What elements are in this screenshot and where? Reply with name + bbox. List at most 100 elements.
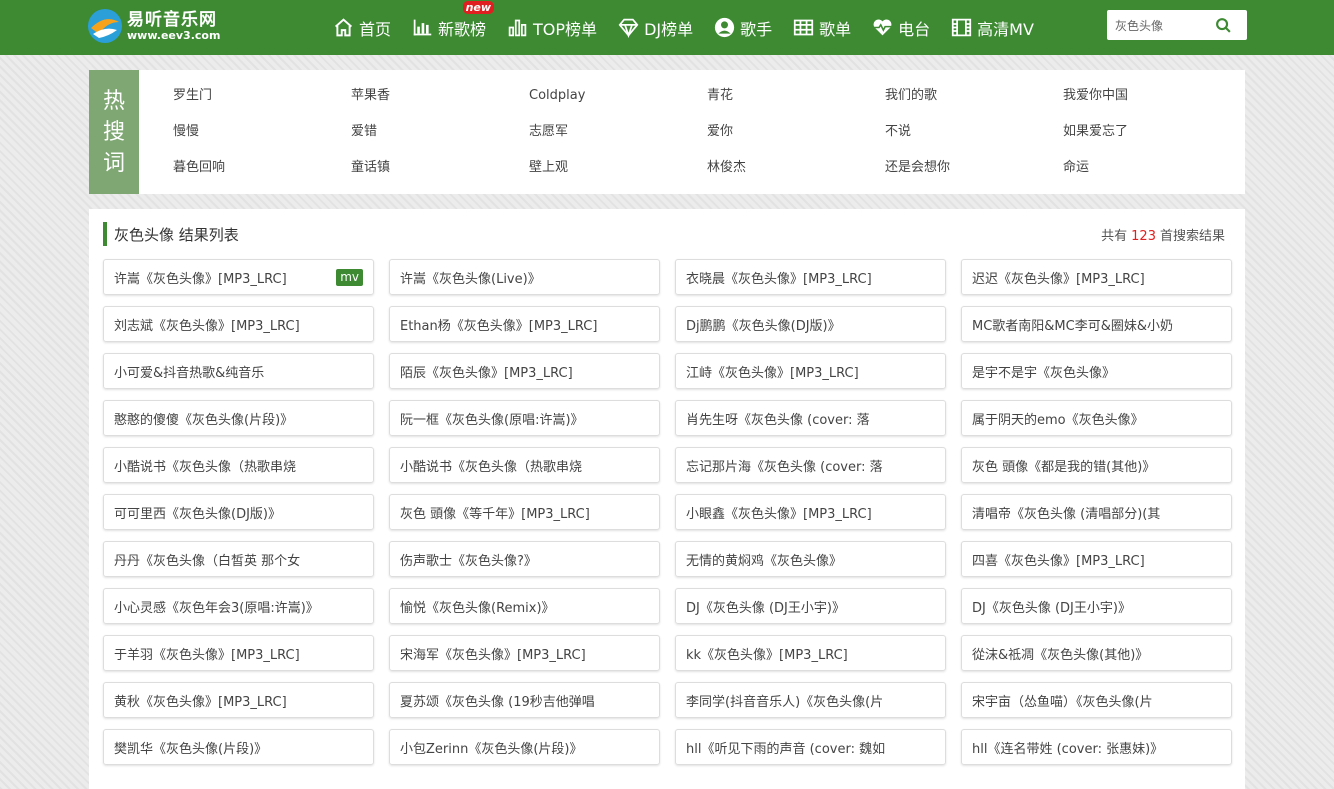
song-item[interactable]: hll《听见下雨的声音 (cover: 魏如 xyxy=(675,729,946,765)
song-item[interactable]: 忘记那片海《灰色头像 (cover: 落 xyxy=(675,447,946,483)
hot-word[interactable]: 青花 xyxy=(707,78,885,114)
song-item[interactable]: 刘志斌《灰色头像》[MP3_LRC] xyxy=(103,306,374,342)
nav-dj-chart-label: DJ榜单 xyxy=(644,19,694,39)
hot-word[interactable]: 志愿军 xyxy=(529,114,707,150)
song-item[interactable]: 许嵩《灰色头像(Live)》 xyxy=(389,259,660,295)
hot-word[interactable]: 如果爱忘了 xyxy=(1063,114,1241,150)
song-title: 无情的黄焖鸡《灰色头像》 xyxy=(686,553,843,569)
song-title: 小酷说书《灰色头像（热歌串烧 xyxy=(400,459,583,475)
song-item[interactable]: 憨憨的傻傻《灰色头像(片段)》 xyxy=(103,400,374,436)
nav-dj-chart[interactable]: DJ榜单 xyxy=(618,0,693,55)
song-title: hll《连名带姓 (cover: 张惠妹)》 xyxy=(972,741,1164,757)
hot-word[interactable]: 苹果香 xyxy=(351,78,529,114)
song-item[interactable]: 迟迟《灰色头像》[MP3_LRC] xyxy=(961,259,1232,295)
song-title: 陌辰《灰色头像》[MP3_LRC] xyxy=(400,365,573,381)
nav-radio[interactable]: 电台 xyxy=(872,0,930,55)
hot-word[interactable]: 命运 xyxy=(1063,150,1241,186)
song-title: 灰色 頭像《等千年》[MP3_LRC] xyxy=(400,506,590,522)
song-item[interactable]: 小包Zerinn《灰色头像(片段)》 xyxy=(389,729,660,765)
hot-word[interactable]: 爱错 xyxy=(351,114,529,150)
site-header: 易听音乐网 www.eev3.com 首页 新歌榜 new TOP榜单 DJ榜单 xyxy=(0,0,1334,55)
mv-badge[interactable]: mv xyxy=(336,268,363,286)
nav-radio-label: 电台 xyxy=(898,19,931,39)
song-item[interactable]: 小眼鑫《灰色头像》[MP3_LRC] xyxy=(675,494,946,530)
hot-word[interactable]: 暮色回响 xyxy=(173,150,351,186)
song-item[interactable]: 丹丹《灰色头像（白皙英 那个女 xyxy=(103,541,374,577)
song-title: DJ《灰色头像 (DJ王小宇)》 xyxy=(686,600,845,616)
nav-top-chart[interactable]: TOP榜单 xyxy=(507,0,597,55)
song-item[interactable]: 阮一框《灰色头像(原唱:许嵩)》 xyxy=(389,400,660,436)
song-title: Dj鹏鹏《灰色头像(DJ版)》 xyxy=(686,318,841,334)
song-item[interactable]: MC歌者南阳&MC李可&圈妹&小奶 xyxy=(961,306,1232,342)
hot-word[interactable]: 我们的歌 xyxy=(885,78,1063,114)
song-title: 肖先生呀《灰色头像 (cover: 落 xyxy=(686,412,870,428)
song-item[interactable]: 從沫&祗凋《灰色头像(其他)》 xyxy=(961,635,1232,671)
search-input[interactable] xyxy=(1107,11,1207,39)
search-button[interactable] xyxy=(1207,11,1239,39)
hot-word[interactable]: 林俊杰 xyxy=(707,150,885,186)
song-item[interactable]: 樊凯华《灰色头像(片段)》 xyxy=(103,729,374,765)
song-title: 宋海军《灰色头像》[MP3_LRC] xyxy=(400,647,586,663)
nav-home[interactable]: 首页 xyxy=(333,0,391,55)
hot-word[interactable]: Coldplay xyxy=(529,78,707,114)
song-item[interactable]: 于羊羽《灰色头像》[MP3_LRC] xyxy=(103,635,374,671)
song-item[interactable]: 衣晓晨《灰色头像》[MP3_LRC] xyxy=(675,259,946,295)
song-title: 可可里西《灰色头像(DJ版)》 xyxy=(114,506,281,522)
hot-search-label: 热 搜 词 xyxy=(89,70,139,194)
song-item[interactable]: 四喜《灰色头像》[MP3_LRC] xyxy=(961,541,1232,577)
song-item[interactable]: 灰色 頭像《都是我的错(其他)》 xyxy=(961,447,1232,483)
song-item[interactable]: 黄秋《灰色头像》[MP3_LRC] xyxy=(103,682,374,718)
bar-chart-icon xyxy=(508,19,527,37)
song-item[interactable]: 夏苏颂《灰色头像 (19秒吉他弹唱 xyxy=(389,682,660,718)
hot-word[interactable]: 爱你 xyxy=(707,114,885,150)
site-logo[interactable]: 易听音乐网 www.eev3.com xyxy=(87,8,220,44)
song-item[interactable]: Ethan杨《灰色头像》[MP3_LRC] xyxy=(389,306,660,342)
song-item[interactable]: 小心灵感《灰色年会3(原唱:许嵩)》 xyxy=(103,588,374,624)
song-item[interactable]: 属于阴天的emo《灰色头像》 xyxy=(961,400,1232,436)
song-title: DJ《灰色头像 (DJ王小宇)》 xyxy=(972,600,1131,616)
search-results-panel: 灰色头像 结果列表 共有 123 首搜索结果 许嵩《灰色头像》[MP3_LRC] mv… xyxy=(89,209,1245,789)
grid-icon xyxy=(794,19,814,36)
song-item[interactable]: 可可里西《灰色头像(DJ版)》 xyxy=(103,494,374,530)
song-item[interactable]: 肖先生呀《灰色头像 (cover: 落 xyxy=(675,400,946,436)
hot-word[interactable]: 不说 xyxy=(885,114,1063,150)
song-item[interactable]: DJ《灰色头像 (DJ王小宇)》 xyxy=(675,588,946,624)
song-item[interactable]: 是宇不是宇《灰色头像》 xyxy=(961,353,1232,389)
song-item[interactable]: 小酷说书《灰色头像（热歌串烧 xyxy=(389,447,660,483)
song-item[interactable]: 李同学(抖音音乐人)《灰色头像(片 xyxy=(675,682,946,718)
song-title: 属于阴天的emo《灰色头像》 xyxy=(972,412,1144,428)
song-item[interactable]: 小可爱&抖音热歌&纯音乐 xyxy=(103,353,374,389)
nav-singers[interactable]: 歌手 xyxy=(714,0,772,55)
song-title: 黄秋《灰色头像》[MP3_LRC] xyxy=(114,694,287,710)
nav-playlists[interactable]: 歌单 xyxy=(793,0,851,55)
song-item[interactable]: 宋宇亩（怂鱼喵）《灰色头像(片 xyxy=(961,682,1232,718)
song-item[interactable]: 无情的黄焖鸡《灰色头像》 xyxy=(675,541,946,577)
song-item[interactable]: 伤声歌士《灰色头像?》 xyxy=(389,541,660,577)
hot-word[interactable]: 壁上观 xyxy=(529,150,707,186)
song-item[interactable]: 灰色 頭像《等千年》[MP3_LRC] xyxy=(389,494,660,530)
nav-new-songs[interactable]: 新歌榜 new xyxy=(412,0,495,55)
song-item[interactable]: 江峙《灰色头像》[MP3_LRC] xyxy=(675,353,946,389)
hot-word[interactable]: 我爱你中国 xyxy=(1063,78,1241,114)
song-item[interactable]: 愉悦《灰色头像(Remix)》 xyxy=(389,588,660,624)
song-title: Ethan杨《灰色头像》[MP3_LRC] xyxy=(400,318,598,334)
song-item[interactable]: 小酷说书《灰色头像（热歌串烧 xyxy=(103,447,374,483)
nav-home-label: 首页 xyxy=(359,19,392,39)
song-item[interactable]: Dj鹏鹏《灰色头像(DJ版)》 xyxy=(675,306,946,342)
song-item[interactable]: DJ《灰色头像 (DJ王小宇)》 xyxy=(961,588,1232,624)
hot-word[interactable]: 慢慢 xyxy=(173,114,351,150)
song-title: 刘志斌《灰色头像》[MP3_LRC] xyxy=(114,318,300,334)
song-item[interactable]: kk《灰色头像》[MP3_LRC] xyxy=(675,635,946,671)
hot-word[interactable]: 童话镇 xyxy=(351,150,529,186)
song-item[interactable]: 陌辰《灰色头像》[MP3_LRC] xyxy=(389,353,660,389)
song-item[interactable]: hll《连名带姓 (cover: 张惠妹)》 xyxy=(961,729,1232,765)
search-icon xyxy=(1215,17,1231,33)
song-item[interactable]: 清唱帝《灰色头像 (清唱部分)(其 xyxy=(961,494,1232,530)
song-title: 是宇不是宇《灰色头像》 xyxy=(972,365,1116,381)
hot-word[interactable]: 罗生门 xyxy=(173,78,351,114)
nav-hd-mv[interactable]: 高清MV xyxy=(951,0,1034,55)
hot-word[interactable]: 还是会想你 xyxy=(885,150,1063,186)
count-number: 123 xyxy=(1131,228,1156,244)
song-item[interactable]: 许嵩《灰色头像》[MP3_LRC] mv xyxy=(103,259,374,295)
song-item[interactable]: 宋海军《灰色头像》[MP3_LRC] xyxy=(389,635,660,671)
